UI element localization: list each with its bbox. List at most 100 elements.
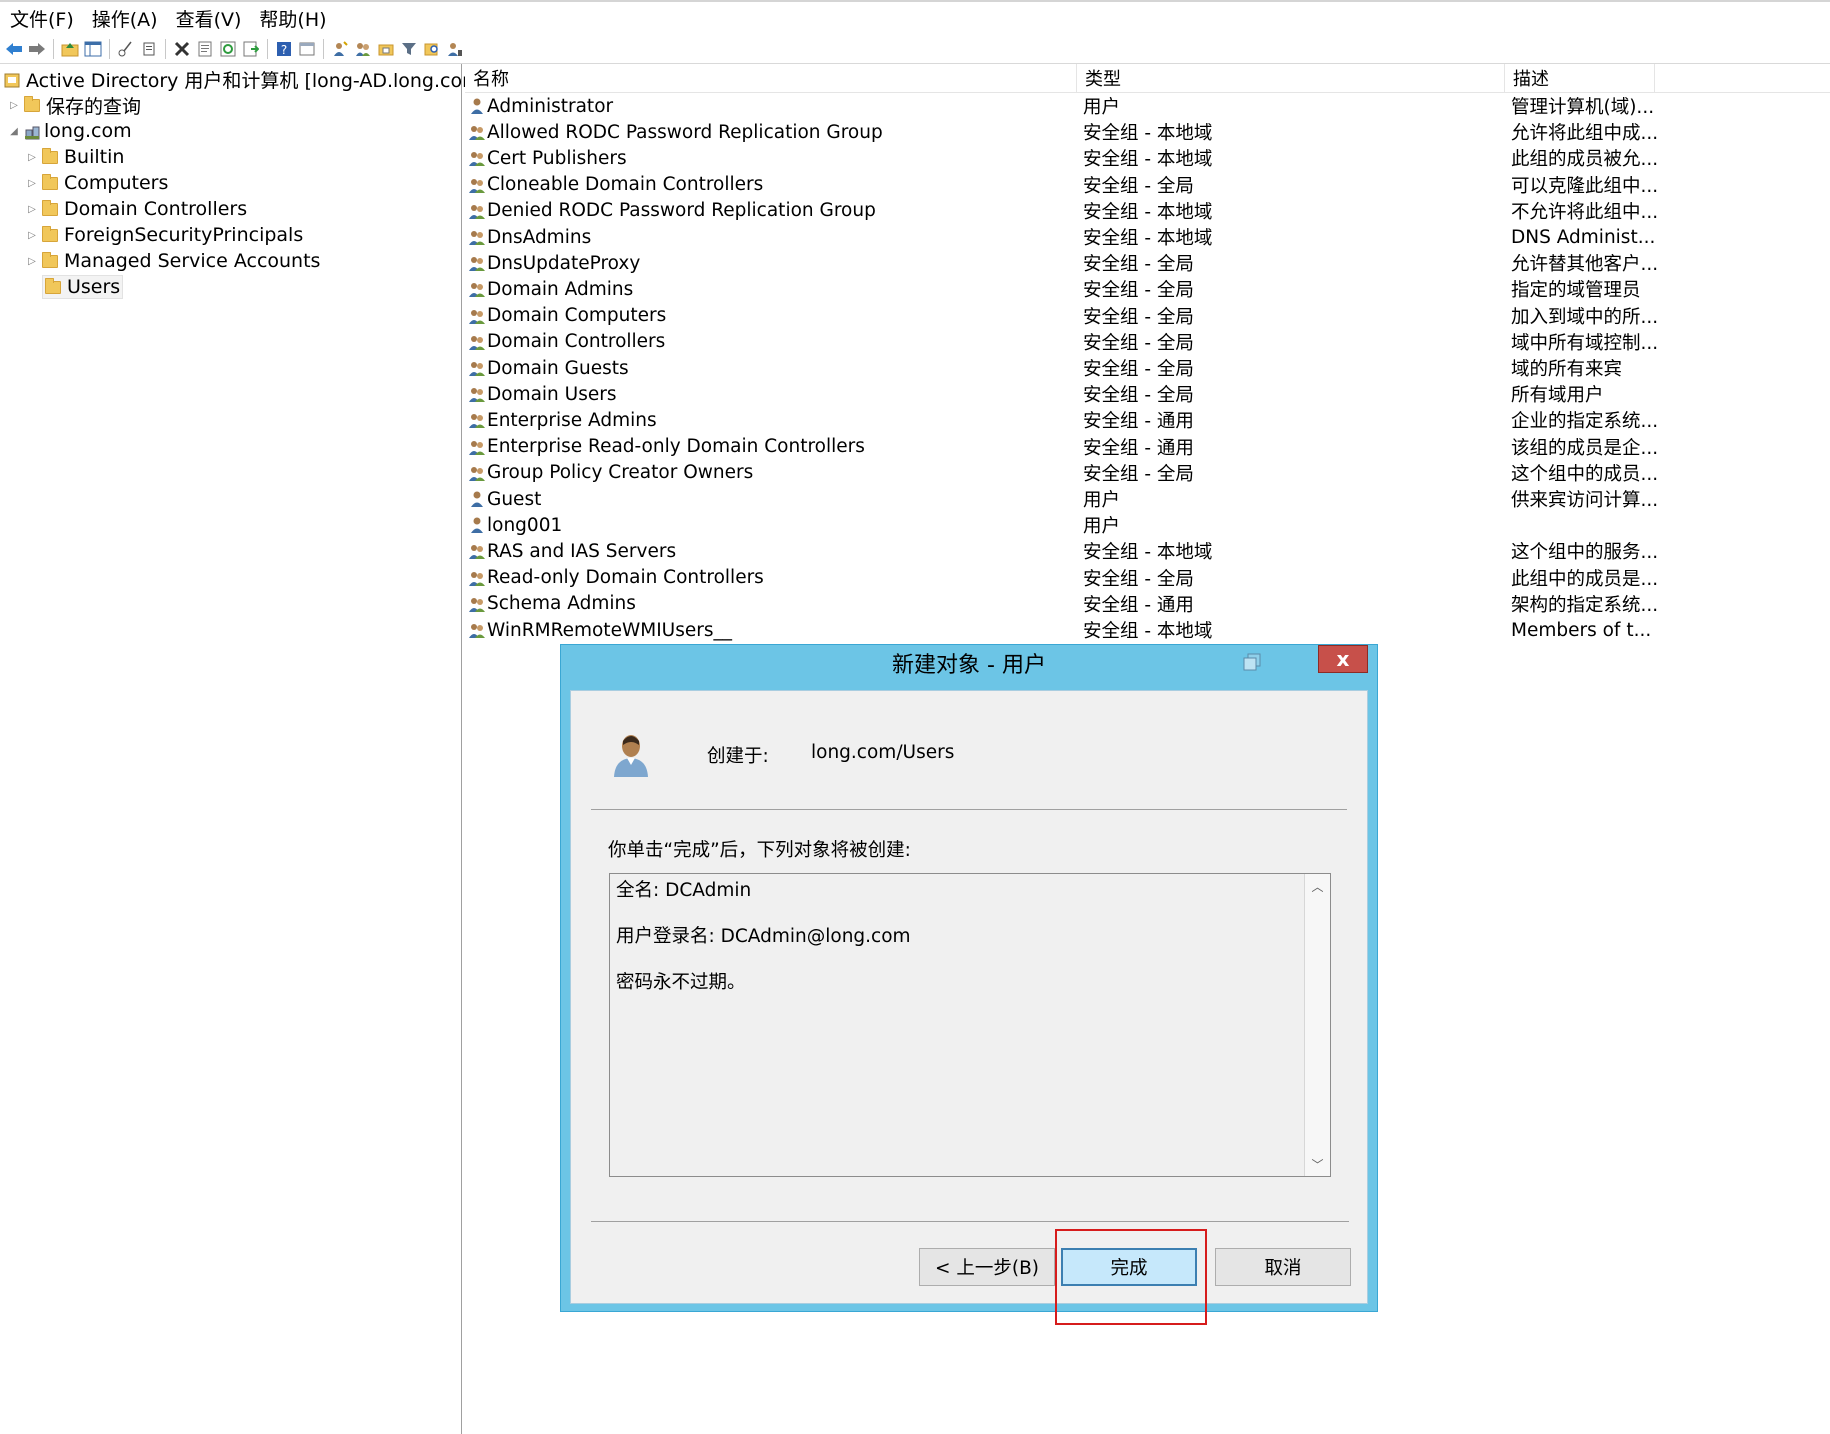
- chevron-right-icon[interactable]: ▷: [8, 100, 20, 111]
- help-icon[interactable]: ?: [274, 39, 294, 59]
- navigation-tree: Active Directory 用户和计算机 [long-AD.long.co…: [0, 64, 488, 1434]
- new-ou-icon[interactable]: [376, 39, 396, 59]
- group-icon: [469, 228, 485, 246]
- tree-item-computers[interactable]: ▷ Computers: [26, 170, 168, 196]
- new-user-dialog: 新建对象 - 用户 x 创建于: long.com/Users 你单击“完成”后…: [560, 644, 1378, 1325]
- menu-help[interactable]: 帮助(H): [251, 5, 334, 32]
- table-row[interactable]: Enterprise Admins 安全组 - 通用 企业的指定系统...: [465, 407, 1765, 433]
- cell-description: Members of t...: [1511, 619, 1652, 641]
- cell-type: 安全组 - 全局: [1083, 359, 1194, 380]
- filter-icon[interactable]: [399, 39, 419, 59]
- cell-name: Denied RODC Password Replication Group: [469, 200, 876, 221]
- tree-item-managed-service-accounts[interactable]: ▷ Managed Service Accounts: [26, 248, 320, 274]
- column-header-name[interactable]: 名称: [465, 64, 1077, 92]
- table-row[interactable]: Cloneable Domain Controllers 安全组 - 全局 可以克隆…: [465, 172, 1765, 198]
- table-row[interactable]: Group Policy Creator Owners 安全组 - 全局 这个组中的…: [465, 460, 1765, 486]
- tree-item-domain-controllers[interactable]: ▷ Domain Controllers: [26, 196, 247, 222]
- menu-file[interactable]: 文件(F): [2, 5, 82, 32]
- tree-item-label: Computers: [64, 172, 169, 194]
- column-header-type[interactable]: 类型: [1077, 64, 1505, 92]
- menu-view[interactable]: 查看(V): [168, 5, 250, 32]
- scroll-up-icon[interactable]: ︿: [1305, 874, 1330, 898]
- table-row[interactable]: Domain Guests 安全组 - 全局 域的所有来宾: [465, 355, 1765, 381]
- cell-name: Enterprise Admins: [469, 410, 657, 431]
- chevron-right-icon[interactable]: ▷: [26, 204, 38, 215]
- cell-type: 安全组 - 通用: [1083, 437, 1194, 459]
- properties-icon[interactable]: [195, 39, 215, 59]
- table-row[interactable]: Denied RODC Password Replication Group 安全…: [465, 198, 1765, 224]
- close-button[interactable]: x: [1318, 645, 1368, 673]
- vertical-scrollbar[interactable]: ︿ ﹀: [1304, 874, 1330, 1176]
- refresh-icon[interactable]: [218, 39, 238, 59]
- cell-name-text: Cert Publishers: [487, 147, 627, 169]
- table-row[interactable]: RAS and IAS Servers 安全组 - 本地域 这个组中的服务...: [465, 538, 1765, 564]
- forward-arrow-icon[interactable]: [27, 39, 47, 59]
- export-list-icon[interactable]: [241, 39, 261, 59]
- table-row[interactable]: Read-only Domain Controllers 安全组 - 全局 此组中的…: [465, 565, 1765, 591]
- intro-text: 你单击“完成”后，下列对象将被创建:: [608, 840, 911, 861]
- tree-item-label: Managed Service Accounts: [64, 250, 321, 272]
- back-button[interactable]: < 上一步(B): [919, 1248, 1055, 1286]
- cell-name: Domain Guests: [469, 358, 629, 379]
- menu-action[interactable]: 操作(A): [84, 5, 166, 32]
- tree-item-users-selected[interactable]: Users: [42, 275, 124, 299]
- tree-root-label: Active Directory 用户和计算机 [long-AD.long.co…: [26, 69, 489, 92]
- delete-icon[interactable]: [172, 39, 192, 59]
- list-header: 名称 类型 描述: [465, 64, 1830, 93]
- table-row[interactable]: Guest 用户 供来宾访问计算...: [465, 486, 1765, 512]
- restore-icon[interactable]: [1241, 651, 1265, 675]
- chevron-right-icon[interactable]: ▷: [26, 178, 38, 189]
- show-tree-icon[interactable]: [83, 39, 103, 59]
- new-user-icon[interactable]: [330, 39, 350, 59]
- cut-icon[interactable]: [116, 39, 136, 59]
- tree-item-domain[interactable]: ◢ long.com: [8, 118, 131, 144]
- table-row[interactable]: Administrator 用户 管理计算机(域)...: [465, 93, 1765, 119]
- table-row[interactable]: Domain Controllers 安全组 - 全局 域中所有域控制...: [465, 329, 1765, 355]
- table-row[interactable]: Domain Computers 安全组 - 全局 加入到域中的所...: [465, 303, 1765, 329]
- table-row[interactable]: DnsUpdateProxy 安全组 - 全局 允许替其他客户...: [465, 250, 1765, 276]
- table-row[interactable]: DnsAdmins 安全组 - 本地域 DNS Administ...: [465, 224, 1765, 250]
- cell-name-text: Domain Controllers: [487, 331, 666, 353]
- add-to-group-icon[interactable]: [445, 39, 465, 59]
- tree-root[interactable]: Active Directory 用户和计算机 [long-AD.long.co…: [4, 66, 488, 92]
- created-in-label: 创建于:: [707, 746, 769, 767]
- tree-item-label: ForeignSecurityPrincipals: [64, 224, 304, 246]
- copy-icon[interactable]: [139, 39, 159, 59]
- table-row[interactable]: long001 用户: [465, 512, 1765, 538]
- scroll-down-icon[interactable]: ﹀: [1305, 1152, 1330, 1176]
- cell-name: Domain Admins: [469, 279, 633, 300]
- up-folder-icon[interactable]: [60, 39, 80, 59]
- user-icon: [469, 490, 485, 508]
- cancel-button[interactable]: 取消: [1215, 1248, 1351, 1286]
- view-icon[interactable]: [297, 39, 317, 59]
- cell-description: 所有域用户: [1511, 385, 1604, 407]
- group-icon: [469, 569, 485, 587]
- finish-button[interactable]: 完成: [1061, 1248, 1197, 1286]
- toolbar-separator: [267, 38, 268, 59]
- group-icon: [469, 123, 485, 141]
- table-row[interactable]: Domain Users 安全组 - 全局 所有域用户: [465, 381, 1765, 407]
- tree-item-users[interactable]: Users: [26, 274, 124, 300]
- cell-name-text: Domain Admins: [487, 278, 634, 300]
- back-arrow-icon[interactable]: [4, 39, 24, 59]
- tree-item-foreign-security-principals[interactable]: ▷ ForeignSecurityPrincipals: [26, 222, 303, 248]
- table-row[interactable]: Domain Admins 安全组 - 全局 指定的域管理员: [465, 276, 1765, 302]
- table-row[interactable]: Enterprise Read-only Domain Controllers 安…: [465, 434, 1765, 460]
- chevron-down-icon[interactable]: ◢: [8, 126, 20, 137]
- chevron-right-icon[interactable]: ▷: [26, 256, 38, 267]
- cell-description: 管理计算机(域)...: [1511, 97, 1655, 118]
- tree-item-saved-queries[interactable]: ▷ 保存的查询: [8, 92, 141, 118]
- table-row[interactable]: WinRMRemoteWMIUsers__ 安全组 - 本地域 Members of…: [465, 617, 1765, 643]
- cell-type: 安全组 - 本地域: [1083, 621, 1213, 642]
- chevron-right-icon[interactable]: ▷: [26, 152, 38, 163]
- find-icon[interactable]: [422, 39, 442, 59]
- cell-description: 此组的成员被允...: [1511, 149, 1659, 171]
- table-row[interactable]: Allowed RODC Password Replication Group 安…: [465, 119, 1765, 145]
- column-header-description[interactable]: 描述: [1505, 64, 1655, 92]
- new-group-icon[interactable]: [353, 39, 373, 59]
- summary-box[interactable]: 全名: DCAdmin 用户登录名: DCAdmin@long.com 密码永不…: [609, 873, 1331, 1177]
- tree-item-builtin[interactable]: ▷ Builtin: [26, 144, 124, 170]
- chevron-right-icon[interactable]: ▷: [26, 230, 38, 241]
- table-row[interactable]: Cert Publishers 安全组 - 本地域 此组的成员被允...: [465, 145, 1765, 171]
- table-row[interactable]: Schema Admins 安全组 - 通用 架构的指定系统...: [465, 591, 1765, 617]
